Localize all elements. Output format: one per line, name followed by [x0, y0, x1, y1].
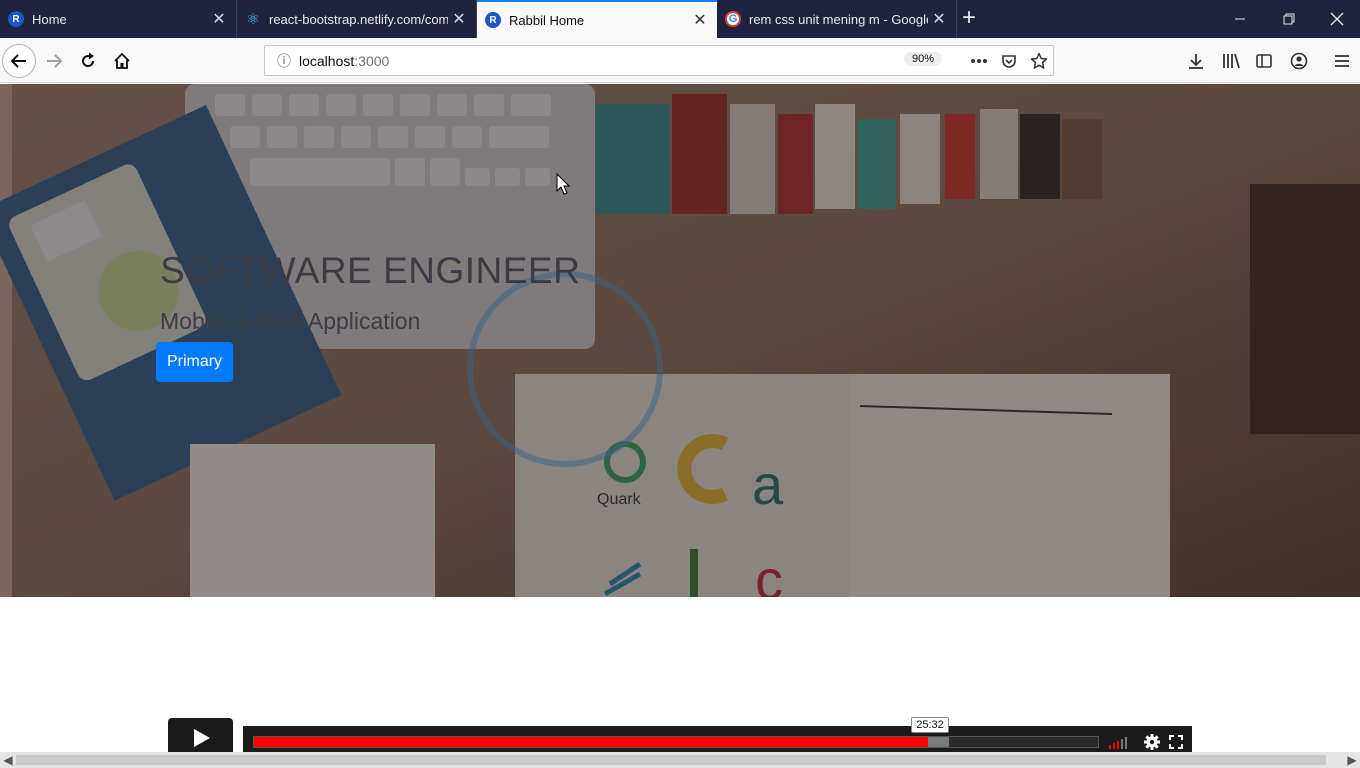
url-host: localhost	[299, 52, 355, 69]
scroll-left-arrow-icon[interactable]: ◀	[0, 752, 16, 768]
sidebar-toggle-button[interactable]	[1248, 45, 1280, 77]
rabbil-favicon-icon: R	[485, 12, 501, 28]
bookmark-star-icon[interactable]	[1028, 50, 1050, 72]
download-icon	[1189, 54, 1203, 69]
library-button[interactable]	[1215, 45, 1247, 77]
tab-strip: R Home ✕ ⚛ react-bootstrap.netlify.com/c…	[0, 0, 1360, 38]
close-tab-icon[interactable]: ✕	[208, 9, 230, 29]
tab-home[interactable]: R Home ✕	[0, 0, 237, 38]
reload-icon	[82, 52, 95, 67]
account-icon	[1290, 52, 1308, 70]
scroll-right-arrow-icon[interactable]: ▶	[1344, 752, 1360, 768]
close-window-button[interactable]	[1313, 0, 1360, 38]
sidebar-icon	[1256, 54, 1272, 68]
home-icon	[114, 52, 130, 69]
hamburger-menu-icon	[1335, 55, 1349, 67]
play-icon	[193, 729, 210, 747]
menu-button[interactable]	[1326, 45, 1358, 77]
hero-dark-overlay	[0, 84, 1360, 597]
tab-react-bootstrap[interactable]: ⚛ react-bootstrap.netlify.com/components…	[237, 0, 477, 38]
forward-button[interactable]	[38, 45, 70, 77]
forward-arrow-icon	[47, 54, 63, 68]
restore-icon	[1283, 13, 1295, 25]
video-time-tooltip: 25:32	[911, 717, 949, 733]
zoom-level-badge[interactable]: 90%	[904, 52, 943, 66]
tab-title: rem css unit mening m - Google Search	[749, 11, 928, 27]
minimize-window-button[interactable]	[1216, 0, 1264, 38]
library-icon	[1223, 53, 1240, 69]
volume-icon[interactable]	[1109, 732, 1129, 752]
tab-rabbil-home[interactable]: R Rabbil Home ✕	[477, 0, 717, 38]
close-window-icon	[1330, 12, 1344, 26]
site-info-icon[interactable]: ⓘ	[269, 51, 299, 71]
reload-button[interactable]	[72, 45, 104, 77]
downloads-button[interactable]	[1180, 45, 1212, 77]
fullscreen-icon[interactable]	[1166, 732, 1186, 752]
back-button[interactable]	[2, 44, 36, 78]
hero-title: SOFTWARE ENGINEER	[160, 250, 581, 291]
primary-button[interactable]: Primary	[156, 342, 233, 382]
new-tab-button[interactable]: +	[962, 6, 976, 30]
react-bootstrap-favicon-icon: ⚛	[246, 11, 260, 28]
address-bar[interactable]: ⓘ localhost :3000 90%	[264, 45, 1054, 76]
mouse-cursor-icon	[556, 173, 570, 195]
url-port: :3000	[354, 52, 390, 69]
restore-window-button[interactable]	[1265, 0, 1313, 38]
tab-title: Home	[32, 11, 67, 27]
google-favicon-icon: G	[725, 11, 741, 27]
account-button[interactable]	[1283, 45, 1315, 77]
navigation-toolbar: ⓘ localhost :3000 90%	[0, 38, 1360, 83]
tab-title: Rabbil Home	[509, 12, 585, 28]
tab-google-search[interactable]: G rem css unit mening m - Google Search …	[717, 0, 957, 38]
back-arrow-icon	[10, 54, 26, 68]
scrollbar-thumb[interactable]	[16, 755, 1326, 765]
page-actions-icon[interactable]	[968, 50, 990, 72]
hero-subtitle: Mobile & Web Application	[160, 308, 421, 334]
horizontal-scrollbar[interactable]: ◀ ▶	[0, 752, 1360, 768]
video-progress-track[interactable]	[253, 736, 1099, 748]
settings-gear-icon[interactable]	[1142, 732, 1162, 752]
close-tab-icon[interactable]: ✕	[448, 9, 470, 29]
close-tab-icon[interactable]: ✕	[689, 10, 711, 30]
home-button[interactable]	[106, 45, 138, 77]
tab-title: react-bootstrap.netlify.com/components	[269, 11, 448, 27]
video-played-bar	[254, 737, 929, 747]
hero-banner: Quark a c SOFTWARE ENGINEER Mobile & Web…	[0, 84, 1360, 597]
pocket-icon[interactable]	[998, 50, 1020, 72]
minimize-icon	[1235, 18, 1245, 20]
rabbil-favicon-icon: R	[8, 11, 24, 27]
close-tab-icon[interactable]: ✕	[928, 9, 950, 29]
